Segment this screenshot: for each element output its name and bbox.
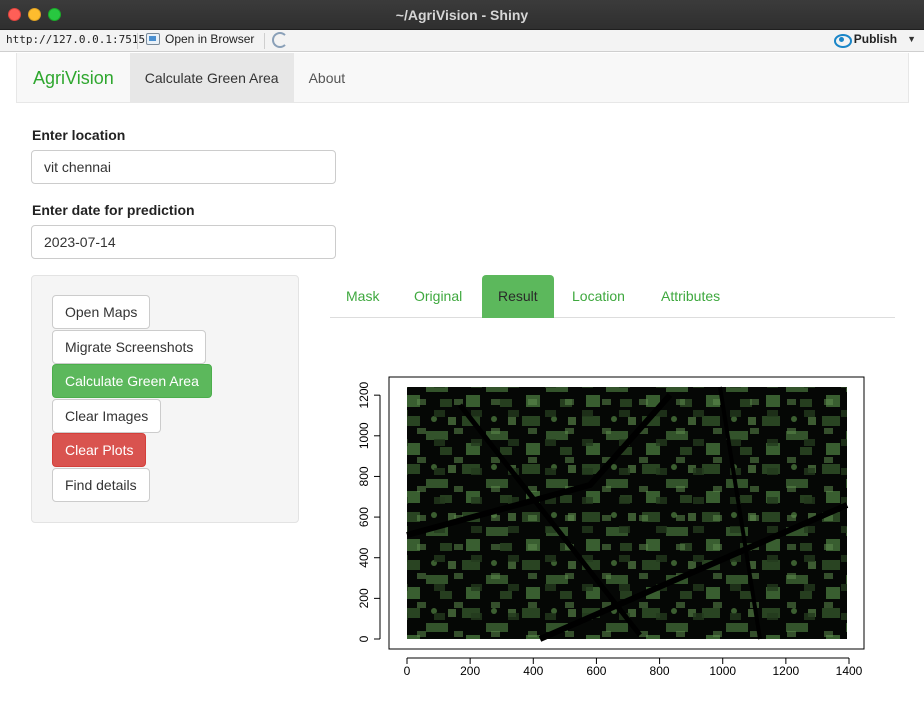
y-tick-label: 1200 [357,381,371,408]
result-plot: 0 200 400 600 800 1000 1200 1400 0 200 400 600 800 1… [357,376,865,678]
open-in-browser-label: Open in Browser [165,32,255,46]
y-axis: 0 200 400 600 800 1000 1200 [357,381,381,642]
calculate-green-area-button[interactable]: Calculate Green Area [52,364,212,398]
toolbar-divider [264,33,265,49]
window-titlebar: ~/AgriVision - Shiny [0,0,924,30]
chevron-down-icon: ▼ [907,34,916,44]
url-text: http://127.0.0.1:7515 [6,33,146,46]
y-tick-label: 800 [357,466,371,486]
y-tick-label: 600 [357,507,371,527]
y-tick-label: 1000 [357,422,371,449]
y-tick-label: 200 [357,588,371,608]
viewer-toolbar: http://127.0.0.1:7515 Open in Browser Pu… [0,30,924,52]
publish-button[interactable]: Publish ▼ [833,32,916,48]
date-label: Enter date for prediction [32,202,195,218]
clear-plots-button[interactable]: Clear Plots [52,433,147,467]
y-tick-label: 400 [357,547,371,567]
tab-result[interactable]: Result [482,275,554,318]
toolbar-divider [137,33,138,49]
x-tick-label: 800 [650,664,670,678]
open-in-browser-button[interactable]: Open in Browser [146,32,254,46]
x-axis: 0 200 400 600 800 1000 1200 1400 [404,657,863,678]
publish-icon [833,32,852,48]
location-label: Enter location [32,127,126,143]
location-input[interactable] [31,150,336,184]
nav-tab-calculate-green-area[interactable]: Calculate Green Area [129,53,294,102]
window-title: ~/AgriVision - Shiny [395,7,529,23]
x-tick-label: 600 [586,664,606,678]
tab-attributes[interactable]: Attributes [645,275,736,318]
navbar: AgriVision Calculate Green Area About [16,53,909,103]
nav-tab-about[interactable]: About [294,53,361,102]
x-tick-label: 200 [460,664,480,678]
open-maps-button[interactable]: Open Maps [52,295,151,329]
tab-original[interactable]: Original [398,275,478,318]
clear-images-button[interactable]: Clear Images [52,399,162,433]
find-details-button[interactable]: Find details [52,468,150,502]
result-tabs: Mask Original Result Location Attributes [330,275,895,318]
brand-title[interactable]: AgriVision [17,53,130,102]
date-input[interactable] [31,225,336,259]
browser-icon [146,33,160,45]
x-tick-label: 0 [404,664,411,678]
refresh-icon[interactable] [272,32,288,48]
tab-location[interactable]: Location [556,275,641,318]
publish-label: Publish [853,32,898,46]
x-tick-label: 400 [523,664,543,678]
tab-mask[interactable]: Mask [330,275,395,318]
x-tick-label: 1000 [709,664,736,678]
x-tick-label: 1400 [836,664,863,678]
y-tick-label: 0 [357,635,371,642]
migrate-screenshots-button[interactable]: Migrate Screenshots [52,330,207,364]
x-tick-label: 1200 [773,664,800,678]
